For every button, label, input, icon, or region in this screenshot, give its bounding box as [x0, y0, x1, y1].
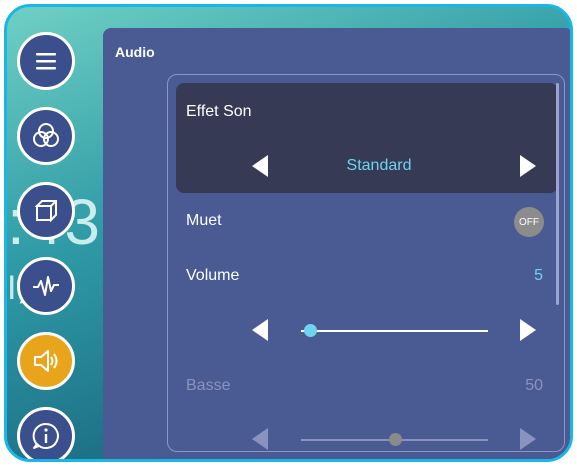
mute-toggle[interactable]: OFF [514, 207, 544, 237]
mute-label: Muet [186, 212, 222, 229]
volume-slider-thumb[interactable] [304, 324, 318, 337]
volume-increase-arrow[interactable] [520, 319, 536, 341]
display-frame: :43 I,0 [4, 4, 573, 462]
waveform-icon [33, 276, 59, 296]
bass-label: Basse [186, 377, 231, 394]
menu-icon [36, 53, 56, 70]
signal-button[interactable] [17, 257, 75, 315]
audio-button[interactable] [17, 332, 75, 390]
audio-settings-panel: Audio Effet Son Standard Muet OFF Volume… [103, 28, 570, 459]
bass-slider-thumb[interactable] [388, 433, 402, 446]
audio-settings-list: Effet Son Standard Muet OFF Volume 5 Bas… [167, 74, 565, 452]
info-button[interactable] [17, 407, 75, 459]
volume-decrease-arrow[interactable] [252, 319, 268, 341]
cube-icon [34, 200, 57, 223]
speaker-icon [34, 350, 58, 372]
volume-label: Volume [186, 267, 240, 284]
panel-title: Audio [115, 44, 155, 60]
bass-value: 50 [525, 377, 543, 394]
sound-effect-next-arrow[interactable] [520, 155, 536, 177]
bass-increase-arrow[interactable] [520, 428, 536, 450]
volume-value: 5 [534, 267, 543, 284]
volume-slider-track[interactable] [301, 330, 488, 332]
sound-effect-row[interactable]: Effet Son Standard [176, 83, 558, 193]
display-3d-button[interactable] [17, 182, 75, 240]
info-icon [32, 422, 59, 449]
bass-decrease-arrow[interactable] [252, 428, 268, 450]
menu-button[interactable] [17, 32, 75, 90]
sound-effect-value: Standard [346, 157, 412, 174]
color-circles-icon [33, 123, 59, 147]
side-menu-rail [7, 7, 97, 459]
sound-effect-prev-arrow[interactable] [252, 155, 268, 177]
scrollbar[interactable] [556, 83, 559, 305]
sound-effect-label: Effet Son [186, 103, 252, 120]
picture-color-button[interactable] [17, 107, 75, 165]
